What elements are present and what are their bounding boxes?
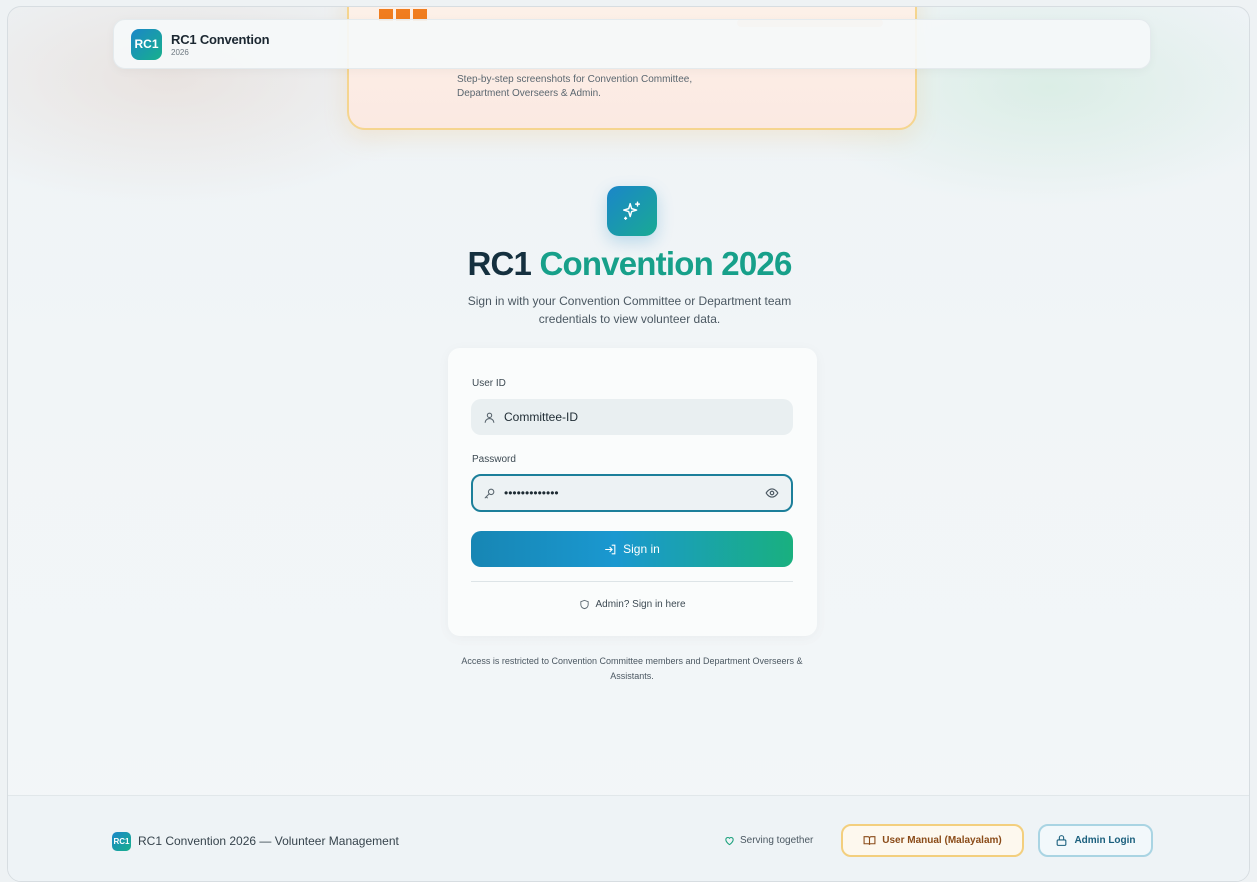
admin-login-button[interactable]: Admin Login: [1038, 824, 1153, 857]
access-note: Access is restricted to Convention Commi…: [461, 656, 803, 681]
sign-in-icon: [605, 544, 616, 554]
book-icon: [863, 836, 876, 845]
top-header: RC1 RC1 Convention 2026: [113, 19, 1151, 69]
serving-together: Serving together: [724, 835, 813, 846]
admin-login-label: Admin Login: [1074, 835, 1136, 846]
heart-icon: [725, 837, 734, 846]
serving-label: Serving together: [740, 835, 814, 846]
user-icon: [484, 412, 495, 423]
admin-signin-link[interactable]: Admin? Sign in here: [448, 599, 817, 610]
shield-icon: [580, 599, 590, 610]
admin-link-label: Admin? Sign in here: [595, 599, 686, 610]
title-rc1: RC1: [467, 245, 532, 282]
brand: RC1 Convention 2026: [171, 31, 270, 57]
password-input[interactable]: [504, 486, 744, 500]
footer-title: RC1 Convention 2026 — Volunteer Manageme…: [138, 834, 399, 848]
login-card: User ID Password Sign in: [448, 348, 817, 636]
eye-icon[interactable]: [765, 486, 779, 505]
app-window: Step-by-step screenshots for Convention …: [7, 6, 1250, 882]
user-manual-button[interactable]: User Manual (Malayalam): [841, 824, 1024, 857]
page-title: RC1 Convention 2026: [8, 245, 1249, 283]
user-id-label: User ID: [472, 378, 506, 389]
brand-name: RC1 Convention: [171, 31, 270, 47]
password-label: Password: [472, 454, 516, 465]
user-manual-label: User Manual (Malayalam): [882, 835, 1002, 846]
sign-in-button[interactable]: Sign in: [471, 531, 793, 567]
page-subtitle: Sign in with your Convention Committee o…: [467, 294, 792, 326]
user-id-input[interactable]: [504, 410, 744, 424]
sign-in-label: Sign in: [623, 542, 660, 556]
password-field[interactable]: [471, 474, 793, 512]
divider: [471, 581, 793, 582]
lock-icon: [1057, 835, 1067, 846]
promo-description: Step-by-step screenshots for Convention …: [457, 74, 693, 99]
footer-logo-badge: RC1: [112, 832, 131, 851]
key-icon: [484, 488, 495, 498]
sparkles-icon: [607, 186, 657, 236]
footer: RC1 RC1 Convention 2026 — Volunteer Mana…: [8, 795, 1249, 881]
user-id-field[interactable]: [471, 399, 793, 435]
brand-year: 2026: [171, 47, 189, 57]
logo-badge[interactable]: RC1: [131, 28, 162, 60]
title-convention: Convention 2026: [539, 245, 792, 282]
